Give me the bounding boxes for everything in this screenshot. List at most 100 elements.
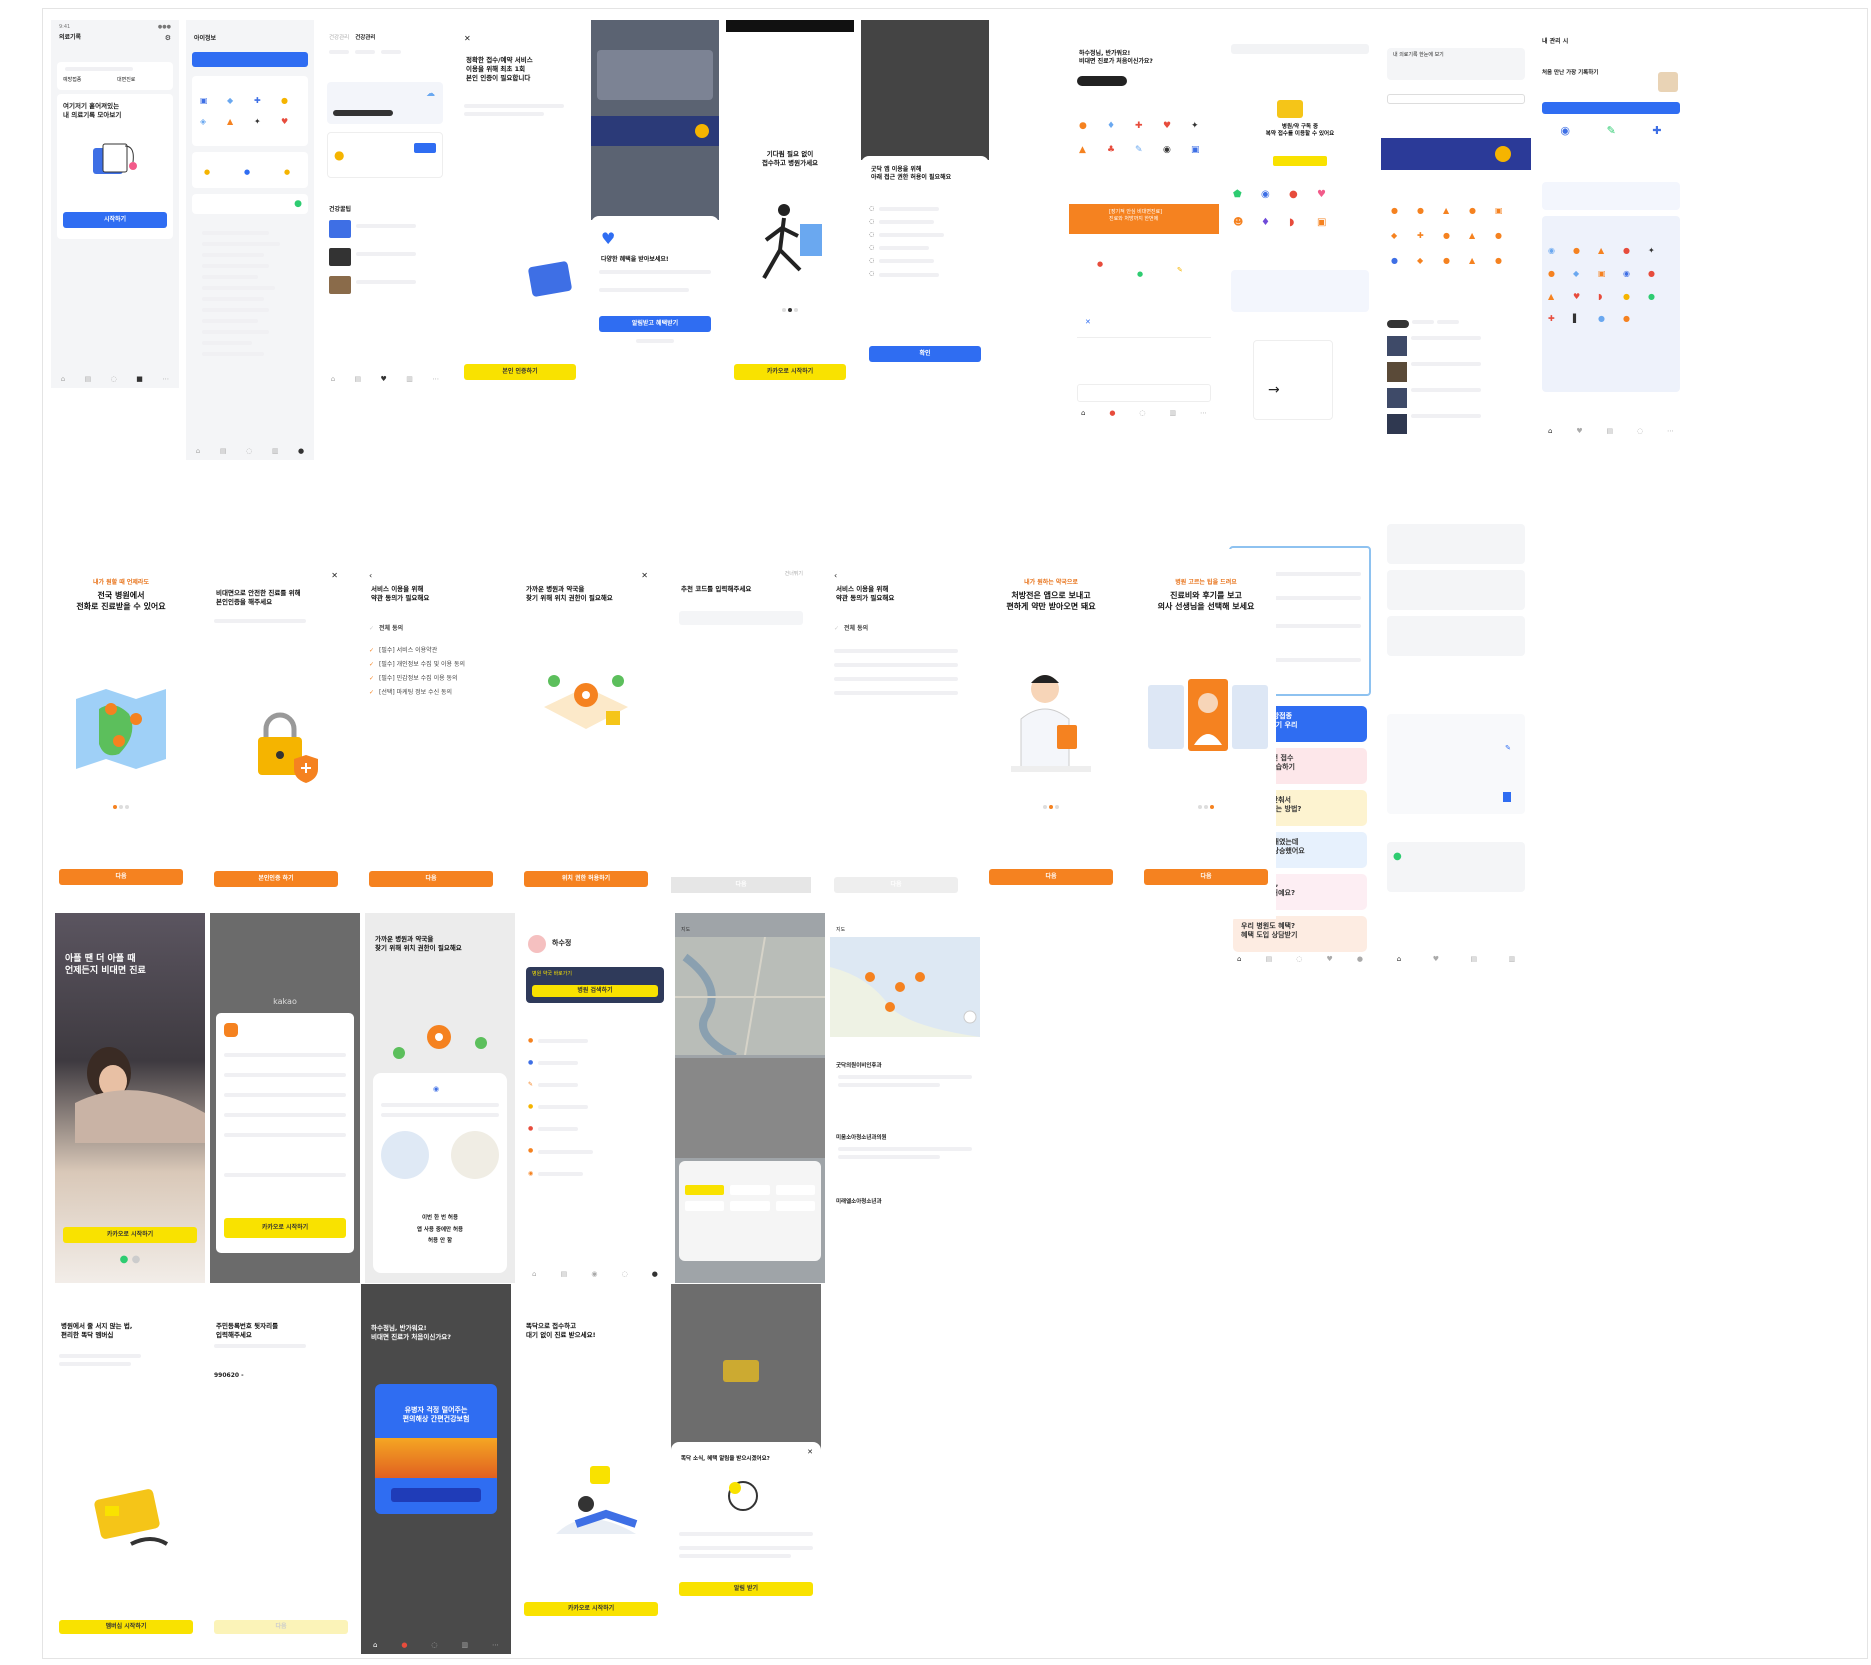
app-logo-icon xyxy=(224,1023,238,1037)
faq-banner-6[interactable]: 우리 병원도 혜택? 혜택 도입 상담받기 xyxy=(1233,916,1367,952)
start-button[interactable]: 시작하기 xyxy=(63,212,167,228)
back-icon[interactable]: ‹ xyxy=(369,571,372,582)
bottom-tab-bar: ⌂ ▤ ◉ ◌ ● xyxy=(532,1269,658,1278)
onboard-title: 전국 병원에서 전화로 진료받을 수 있어요 xyxy=(76,591,166,611)
deny-option[interactable]: 허용 안 함 xyxy=(373,1236,507,1248)
bottom-tab-bar: ⌂ ● ◌ ▥ ⋯ xyxy=(1080,408,1208,417)
kakao-brand: kakao xyxy=(273,997,297,1006)
terms-item[interactable]: [필수] 서비스 이용약관 xyxy=(379,647,437,655)
screen-onboard-prescription: 내가 원하는 약국으로 처방전은 앱으로 보내고 편하게 약만 받아오면 돼요 … xyxy=(981,549,1121,919)
no-wait-title: 기다림 필요 없이 접수하고 병원가세요 xyxy=(761,150,819,167)
screen-queue-intro: 똑닥으로 접수하고 대기 없이 진료 받으세요! 카카오로 시작하기 xyxy=(516,1284,666,1654)
terms-item[interactable]: [선택] 마케팅 정보 수신 동의 xyxy=(379,689,452,697)
allow-once-option[interactable]: 이번 한 번 허용 xyxy=(373,1213,507,1225)
bottom-tab-bar: ⌂ ● ◌ ▥ ⋯ xyxy=(372,1640,500,1649)
allow-while-using-option[interactable]: 앱 사용 중에만 허용 xyxy=(373,1225,507,1237)
hospital-list-item[interactable]: 굿닥의원이비인후과 xyxy=(836,1063,974,1070)
quick-menu-grid: ▣ ◆ ✚ ● ◈ ▲ ✦ ♥ xyxy=(192,76,308,146)
next-button[interactable]: 다음 xyxy=(369,871,493,887)
close-icon[interactable]: ✕ xyxy=(331,571,338,582)
bottom-tab-bar: ⌂ ♥ ▤ ◌ ⋯ xyxy=(1547,426,1675,435)
tab-health[interactable]: 건강관리 xyxy=(329,35,349,42)
hospital-list-item[interactable]: 미래엘소아청소년과 xyxy=(836,1199,974,1206)
referral-code-input[interactable] xyxy=(679,611,803,625)
next-button[interactable]: 다음 xyxy=(834,877,958,893)
skip-link[interactable]: 건너뛰기 xyxy=(785,571,803,578)
screen-kakao-login: kakao 카카오로 시작하기 xyxy=(210,913,360,1283)
membership-card-icon xyxy=(94,1489,169,1546)
next-button[interactable]: 다음 xyxy=(214,1620,348,1634)
kakao-start-button[interactable]: 카카오로 시작하기 xyxy=(524,1602,658,1616)
tab-health-active[interactable]: 건강관리 xyxy=(355,35,375,42)
terms-item[interactable]: [필수] 개인정보 수집 및 이용 동의 xyxy=(379,661,465,669)
close-icon[interactable]: ✕ xyxy=(464,34,471,45)
home-tab-icon[interactable]: ⌂ xyxy=(61,375,65,384)
avatar xyxy=(528,935,546,953)
kakao-start-button[interactable]: 카카오로 시작하기 xyxy=(734,364,846,380)
naver-login-icon[interactable]: ● xyxy=(120,1254,129,1265)
screen-map-list: 지도 굿닥의원이비인후과 미움소아청소년과의원 미래엘소아청소년과 xyxy=(830,913,980,1283)
resident-title: 주민등록번호 뒷자리를 입력해주세요 xyxy=(216,1322,279,1339)
agree-all[interactable]: 전체 동의 xyxy=(844,625,868,633)
card-title: 병원 약국 바로가기 xyxy=(532,971,572,977)
screen-records-list: ✎ ● ⌂ ♥ ▤ ▥ xyxy=(1381,514,1531,974)
running-person-icon xyxy=(762,204,822,279)
kakao-agree-button[interactable]: 카카오로 시작하기 xyxy=(224,1218,346,1238)
lock-shield-icon xyxy=(258,712,318,783)
records-tab-icon[interactable]: ▤ xyxy=(85,375,92,384)
verification-title: 정확한 접수/예약 서비스 이용을 위해 최초 1회 본인 인증이 필요합니다 xyxy=(466,56,533,82)
add-record-button[interactable] xyxy=(1542,102,1680,114)
kakao-start-button[interactable]: 카카오로 시작하기 xyxy=(63,1227,197,1243)
agree-all[interactable]: 전체 동의 xyxy=(379,625,403,633)
search-input[interactable] xyxy=(1231,44,1369,54)
allow-notification-button[interactable]: 알림 받기 xyxy=(679,1582,813,1596)
screens-canvas: 9:41 ●●● 의료기록 ⚙ 예방접종 대면진료 여기저기 흩어져있는 내 의료… xyxy=(42,8,1868,1659)
next-button[interactable]: 다음 xyxy=(59,869,183,885)
hospital-list-item[interactable]: 미움소아청소년과의원 xyxy=(836,1135,974,1142)
benefits-title: 다양한 혜택을 받아보세요! xyxy=(601,256,669,263)
screen-my-records: 내 의료기록 한눈에 보기 ● ● ▲ ● ▣ ◆ ✚ ● ▲ ● ● ◆ ● ▲ ● xyxy=(1381,20,1531,498)
verify-button[interactable]: 본인인증 하기 xyxy=(214,871,338,887)
membership-start-button[interactable]: 멤버십 시작하기 xyxy=(59,1620,193,1634)
page-title: 내 관리 시 xyxy=(1542,38,1569,45)
more-tab-icon[interactable]: ⋯ xyxy=(162,375,169,384)
screen-onboard-location: ✕ 가까운 병원과 약국을 찾기 위해 위치 권한이 필요해요 위치 권한 허용… xyxy=(516,549,656,919)
screen-onboard-referral: 건너뛰기 추천 코드를 입력해주세요 다음 xyxy=(671,549,811,919)
gift-icon: ♥ xyxy=(601,229,616,248)
bottom-tab-bar: ⌂ ▤ ◌ ■ ⋯ xyxy=(51,375,179,384)
next-button[interactable]: 다음 xyxy=(671,877,811,893)
verify-button[interactable]: 본인 인증하기 xyxy=(464,364,576,380)
next-button[interactable]: 다음 xyxy=(1144,869,1268,885)
map-view[interactable] xyxy=(675,937,825,1055)
permission-title: 굿닥 앱 이용을 위해 아래 접근 권한 허용이 필요해요 xyxy=(871,166,952,182)
page-subtitle: 처음 만난 가장 기록하기 xyxy=(1542,70,1599,76)
settings-icon[interactable]: ⚙ xyxy=(165,34,171,43)
apple-login-icon[interactable]: ● xyxy=(132,1254,141,1265)
insurance-cta-button[interactable] xyxy=(391,1488,481,1502)
map-view[interactable] xyxy=(830,937,980,1037)
chip-visit[interactable]: 대면진료 xyxy=(117,77,135,84)
chip-vaccination[interactable]: 예방접종 xyxy=(63,77,81,84)
subscription-title: 병원/약 구독 중 복약 접수를 이용할 수 있어요 xyxy=(1265,124,1335,138)
membership-title: 병원에서 줄 서지 않는 법, 편리한 똑닥 멤버십 xyxy=(61,1322,133,1339)
terms-title: 서비스 이용을 위해 약관 동의가 필요해요 xyxy=(836,585,895,602)
confirm-button[interactable]: 확인 xyxy=(869,346,981,362)
page-title: 아이정보 xyxy=(194,35,217,42)
child-register-banner[interactable] xyxy=(192,52,308,67)
menu-tab-icon[interactable]: ■ xyxy=(136,375,143,384)
chat-tab-icon[interactable]: ◌ xyxy=(111,375,117,384)
back-icon[interactable]: ‹ xyxy=(834,571,837,582)
screen-onboard-reviews: 병원 고르는 팁을 드려요 진료비와 후기를 보고 의사 선생님을 선택해 보세… xyxy=(1136,549,1276,919)
terms-item[interactable]: [필수] 민감정보 수집 이용 동의 xyxy=(379,675,458,683)
resident-number-input[interactable]: 990620 - xyxy=(214,1372,244,1380)
benefits-button[interactable]: 알림받고 혜택받기 xyxy=(599,316,711,332)
search-input[interactable] xyxy=(1387,94,1525,104)
search-hospital-button[interactable]: 병원 검색하기 xyxy=(532,985,658,997)
next-button[interactable]: 다음 xyxy=(989,869,1113,885)
allow-location-button[interactable]: 위치 권한 허용하기 xyxy=(524,871,648,887)
page-title: 의료기록 xyxy=(59,34,82,41)
records-card[interactable]: 내 의료기록 한눈에 보기 xyxy=(1387,48,1525,80)
close-icon[interactable]: ✕ xyxy=(641,571,648,582)
promo-banner[interactable]: [장기적 안심 비대면진료] 진료와 처방까지 한번에 xyxy=(1069,204,1219,234)
location-title: 가까운 병원과 약국을 찾기 위해 위치 권한이 필요해요 xyxy=(526,585,613,602)
